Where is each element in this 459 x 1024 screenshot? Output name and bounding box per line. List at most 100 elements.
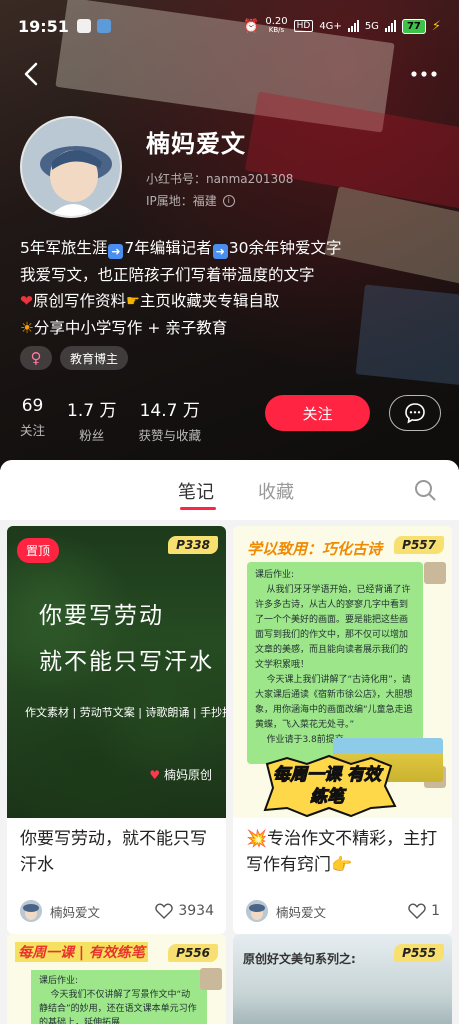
gender-tag-female-icon: ♀ — [20, 346, 52, 370]
stat-likes-collects[interactable]: 14.7 万 获赞与收藏 — [138, 396, 201, 444]
background-books — [355, 284, 459, 386]
4g-label: 4G+ — [319, 20, 342, 32]
stat-following-count: 69 — [21, 396, 44, 416]
alarm-icon: ⏰ — [243, 18, 260, 34]
tag-education-blogger[interactable]: 教育博主 — [60, 346, 129, 370]
net-speed-unit: KB/s — [268, 26, 285, 34]
stat-followers[interactable]: 1.7 万 粉丝 — [67, 396, 116, 444]
note-card[interactable]: 每周一课 | 有效练笔 P556 课后作业: 今天我们不仅讲解了写景作文中“动静… — [7, 934, 226, 1024]
status-bar: 19:51 ⏰ 0.20 KB/s HD 4G+ 5G 77 ⚡ — [0, 0, 459, 52]
author-avatar-photo — [20, 900, 42, 922]
more-button[interactable] — [409, 62, 439, 86]
ip-location: IP属地：福建 i — [146, 192, 235, 209]
note-card[interactable]: 置顶 P338 你要写劳动 就不能只写汗水 作文素材 | 劳动节文案 | 诗歌朗… — [7, 526, 226, 934]
5g-label: 5G — [364, 20, 379, 32]
stat-likes-label: 获赞与收藏 — [138, 428, 201, 443]
chat-bubble-icon — [405, 403, 425, 424]
stat-following-label: 关注 — [20, 423, 46, 438]
status-time: 19:51 — [18, 16, 69, 36]
stat-followers-label: 粉丝 — [79, 428, 105, 443]
bio-text: 分享中小学写作 + 亲子教育 — [33, 318, 228, 337]
bio: 5年军旅生涯 ➜ 7年编辑记者 ➜ 30余年钟爱文字 我爱写文，也正陪孩子们写着带温度的… — [20, 235, 341, 341]
author-avatar[interactable] — [20, 900, 42, 922]
notification-icon — [76, 19, 91, 33]
pointing-hand-emoji: 👉 — [331, 855, 353, 875]
cover-title: 每周一课 | 有效练笔 — [15, 942, 148, 962]
avatar[interactable] — [20, 116, 122, 218]
battery-indicator: 77 — [401, 18, 426, 34]
cover-subtitle: 作文素材 | 劳动节文案 | 诗歌朗诵 | 手抄报 — [25, 706, 226, 719]
cover-thumbnail — [200, 968, 222, 990]
note-cover[interactable]: 置顶 P338 你要写劳动 就不能只写汗水 作文素材 | 劳动节文案 | 诗歌朗… — [7, 526, 226, 818]
post-number-badge: P338 — [168, 536, 218, 554]
cover-title: 就不能只写汗水 — [39, 649, 214, 675]
note-card[interactable]: 原创好文美句系列之: P555 — [233, 934, 452, 1024]
note-meta: 楠妈爱文 3934 — [20, 900, 214, 922]
cover-body-text: 课后作业: 从我们牙牙学语开始，已经背诵了许许多多古诗，从古人的寥寥几字中看到了… — [247, 562, 423, 764]
tab-collections[interactable]: 收藏 — [258, 478, 294, 504]
avatar-photo — [22, 118, 120, 216]
cover-signature: ♥ 楠妈原创 — [149, 766, 212, 783]
pointing-hand-emoji-icon: ☛ — [126, 292, 140, 310]
bio-text: 原创写作资料 — [33, 292, 127, 310]
note-cover[interactable]: 每周一课 | 有效练笔 P556 课后作业: 今天我们不仅讲解了写景作文中“动静… — [7, 934, 226, 1024]
heart-outline-icon — [408, 903, 426, 919]
profile-name: 楠妈爱文 — [146, 130, 246, 158]
heart-outline-icon — [155, 903, 174, 919]
follow-button[interactable]: 关注 — [265, 395, 370, 431]
cover-burst-text: 每周一课 有效练笔 — [273, 765, 382, 808]
profile-tags: ♀ 教育博主 — [20, 346, 129, 370]
cover-title: 原创好文美句系列之: — [243, 952, 356, 966]
note-title[interactable]: 💥专治作文不精彩，主打写作有窍门👉 — [233, 818, 452, 882]
bio-text: 主页收藏夹专辑自取 — [139, 292, 280, 310]
app-notification-icon — [96, 19, 111, 33]
active-tab-indicator — [180, 507, 216, 510]
heart-emoji-icon: ❤ — [20, 292, 33, 310]
author-name[interactable]: 楠妈爱文 — [276, 902, 326, 921]
profile-stats: 69 关注 1.7 万 粉丝 14.7 万 获赞与收藏 — [20, 396, 201, 444]
back-button[interactable] — [18, 60, 46, 88]
bio-text: 我爱写文，也正陪孩子们写着带温度的文字 — [20, 265, 315, 284]
notes-grid: 置顶 P338 你要写劳动 就不能只写汗水 作文素材 | 劳动节文案 | 诗歌朗… — [0, 520, 459, 1024]
note-cover[interactable]: 学以致用：巧化古诗 P557 课后作业: 从我们牙牙学语开始，已经背诵了许许多多… — [233, 526, 452, 818]
bio-text: 7年编辑记者 — [124, 239, 212, 257]
pinned-badge: 置顶 — [17, 538, 60, 563]
charging-icon: ⚡ — [431, 18, 441, 34]
stat-following[interactable]: 69 关注 — [20, 396, 45, 444]
sun-emoji-icon: ☀ — [20, 318, 34, 337]
bio-text: 5年军旅生涯 — [20, 239, 108, 257]
content-tabs: 笔记 收藏 — [0, 460, 459, 520]
author-name[interactable]: 楠妈爱文 — [50, 902, 100, 921]
info-icon[interactable]: i — [222, 194, 235, 207]
note-cover[interactable]: 原创好文美句系列之: P555 — [233, 934, 452, 1024]
author-avatar-photo — [246, 900, 268, 922]
cover-body-text: 课后作业: 今天我们不仅讲解了写景作文中“动静结合”的妙用，还在语文课本单元习作… — [31, 970, 207, 1024]
ip-location-text: IP属地：福建 — [146, 194, 217, 208]
signal-icon — [347, 20, 359, 32]
author-avatar[interactable] — [246, 900, 268, 922]
message-button[interactable] — [389, 395, 441, 431]
net-speed: 0.20 — [265, 16, 288, 27]
cover-thumbnail — [424, 562, 446, 584]
profile-header: 19:51 ⏰ 0.20 KB/s HD 4G+ 5G 77 ⚡ 楠妈爱文 小红… — [0, 0, 459, 470]
search-button[interactable] — [413, 478, 437, 502]
post-number-badge: P555 — [394, 944, 444, 962]
tab-notes[interactable]: 笔记 — [178, 478, 214, 504]
cover-signature-text: 楠妈原创 — [163, 768, 212, 782]
right-arrow-emoji-icon: ➜ — [212, 244, 228, 259]
cover-title: 学以致用：巧化古诗 — [247, 540, 383, 558]
cover-title: 你要写劳动 — [39, 603, 164, 629]
bio-text: 30余年钟爱文字 — [228, 239, 342, 257]
back-arrow-icon — [24, 62, 38, 86]
signal-icon — [384, 20, 396, 32]
like-button[interactable]: 3934 — [155, 903, 214, 919]
like-button[interactable]: 1 — [408, 903, 440, 919]
search-icon — [415, 480, 436, 501]
right-arrow-emoji-icon: ➜ — [108, 244, 124, 259]
user-id[interactable]: 小红书号：nanma201308 — [146, 170, 293, 187]
note-card[interactable]: 学以致用：巧化古诗 P557 课后作业: 从我们牙牙学语开始，已经背诵了许许多多… — [233, 526, 452, 934]
note-title[interactable]: 你要写劳动，就不能只写汗水 — [7, 818, 226, 882]
explosion-emoji: 💥 — [246, 829, 268, 849]
post-number-badge: P557 — [394, 536, 444, 554]
stat-followers-count: 1.7 万 — [67, 401, 117, 421]
